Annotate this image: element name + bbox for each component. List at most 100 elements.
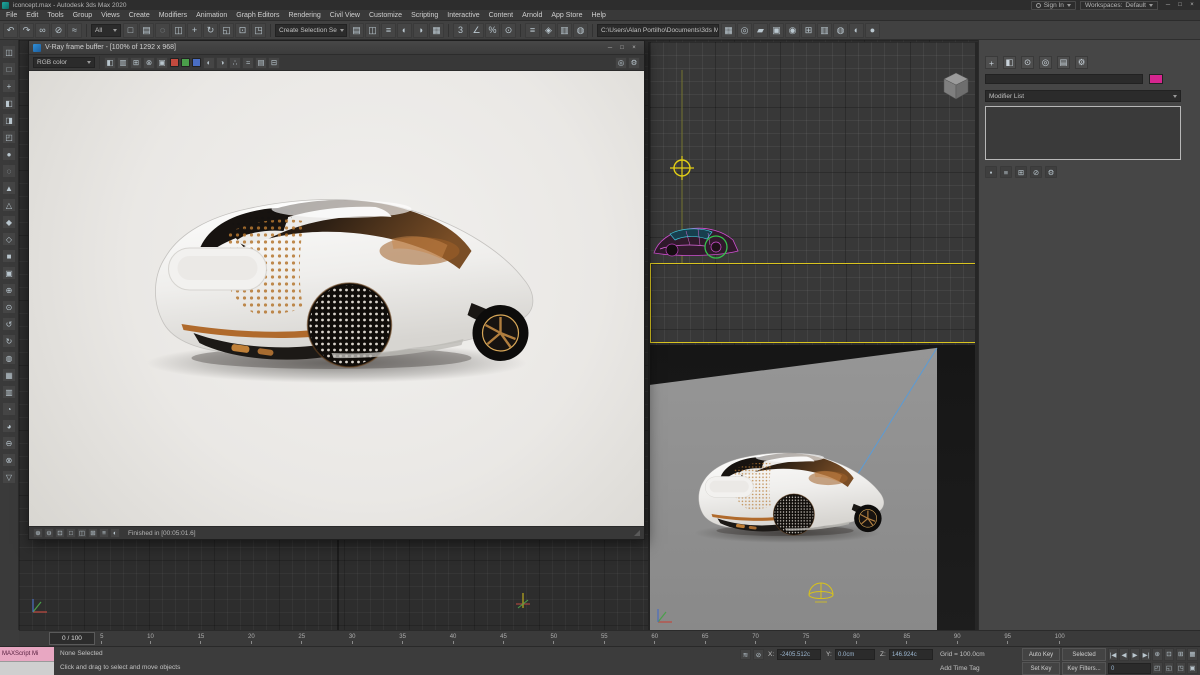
left-toolbar-icon[interactable]: + — [2, 79, 16, 93]
toolbar-icon[interactable]: ↷ — [19, 23, 34, 38]
selection-lock-icon[interactable]: ⊘ — [753, 649, 764, 660]
timeline-tick[interactable]: 55 — [601, 634, 608, 644]
stack-tool-icon[interactable]: ≡ — [1000, 166, 1012, 178]
menu-item[interactable]: Help — [592, 12, 606, 19]
stack-tool-icon[interactable]: ⊞ — [1015, 166, 1027, 178]
toolbar-icon[interactable]: ● — [865, 23, 880, 38]
toolbar-icon[interactable]: ▤ — [139, 23, 154, 38]
command-panel-tab[interactable]: ⊙ — [1021, 56, 1034, 69]
maxscript-listener-line[interactable] — [0, 661, 54, 675]
menu-item[interactable]: Civil View — [330, 12, 360, 19]
viewport-middle-active[interactable] — [650, 263, 977, 343]
modifier-list-dropdown[interactable]: Modifier List — [985, 90, 1181, 102]
left-toolbar-icon[interactable]: ▣ — [2, 266, 16, 280]
modifier-stack[interactable] — [985, 106, 1181, 160]
vfb-tool-icon[interactable]: ≈ — [242, 57, 254, 69]
left-toolbar-icon[interactable]: ▲ — [2, 181, 16, 195]
snap-toggle-icon[interactable]: % — [485, 23, 500, 38]
vfb-channel-toggle[interactable] — [181, 58, 190, 67]
toolbar-icon[interactable]: ▰ — [753, 23, 768, 38]
timeline-tick[interactable]: 90 — [954, 634, 961, 644]
viewport-nav-icon[interactable]: ◳ — [1176, 662, 1187, 675]
sign-in-button[interactable]: Sign In — [1031, 1, 1076, 10]
left-toolbar-icon[interactable]: ▥ — [2, 385, 16, 399]
vfb-zoom-icon[interactable]: ◫ — [77, 528, 87, 538]
timeline-tick[interactable]: 65 — [702, 634, 709, 644]
timeline-tick[interactable]: 45 — [500, 634, 507, 644]
stack-tool-icon[interactable]: ▪ — [985, 166, 997, 178]
toolbar-icon[interactable]: ◑ — [413, 23, 428, 38]
toolbar-icon[interactable]: ◉ — [785, 23, 800, 38]
left-toolbar-icon[interactable]: ◕ — [2, 419, 16, 433]
timeline-tick[interactable]: 80 — [853, 634, 860, 644]
auto-key-button[interactable]: Auto Key — [1022, 648, 1060, 661]
command-panel-tab[interactable]: + — [985, 56, 998, 69]
menu-item[interactable]: Graph Editors — [236, 12, 279, 19]
menu-item[interactable]: Edit — [26, 12, 38, 19]
toolbar-icon[interactable]: ∞ — [35, 23, 50, 38]
timeline-tick[interactable]: 60 — [651, 634, 658, 644]
playback-button[interactable]: ▶| — [1141, 648, 1151, 661]
vfb-zoom-icon[interactable]: ◐ — [110, 528, 120, 538]
timeline-tick[interactable]: 40 — [450, 634, 457, 644]
toolbar-icon[interactable]: ↶ — [3, 23, 18, 38]
left-toolbar-icon[interactable]: ◔ — [2, 402, 16, 416]
menu-item[interactable]: Views — [101, 12, 120, 19]
key-filters-button[interactable]: Key Filters... — [1062, 662, 1106, 675]
vfb-zoom-icon[interactable]: ⊖ — [44, 528, 54, 538]
toolbar-icon[interactable]: ◎ — [737, 23, 752, 38]
viewport-nav-icon[interactable]: ⊕ — [1152, 648, 1163, 661]
timeline-tick[interactable]: 20 — [248, 634, 255, 644]
vfb-tool-icon[interactable]: ▥ — [117, 57, 129, 69]
viewport-top-ortho[interactable] — [650, 42, 977, 263]
toolbar-icon[interactable]: ↻ — [203, 23, 218, 38]
left-toolbar-icon[interactable]: ◫ — [2, 45, 16, 59]
left-toolbar-icon[interactable]: ◨ — [2, 113, 16, 127]
toolbar-icon[interactable]: ◍ — [573, 23, 588, 38]
app-logo-icon[interactable] — [2, 2, 9, 9]
timeline-tick[interactable]: 30 — [349, 634, 356, 644]
selected-dropdown[interactable]: Selected — [1062, 648, 1106, 661]
viewport-nav-icon[interactable]: ⊡ — [1164, 648, 1175, 661]
viewport-nav-icon[interactable]: ◰ — [1152, 662, 1163, 675]
car-wireframe-side[interactable] — [650, 221, 746, 263]
time-slider-handle[interactable]: 0 / 100 — [49, 632, 95, 645]
toolbar-icon[interactable]: ≡ — [525, 23, 540, 38]
toolbar-icon[interactable]: ◌ — [155, 23, 170, 38]
left-toolbar-icon[interactable]: ◰ — [2, 130, 16, 144]
toolbar-icon[interactable]: □ — [123, 23, 138, 38]
menu-item[interactable]: Tools — [47, 12, 63, 19]
vfb-channel-dropdown[interactable]: RGB color — [33, 57, 95, 68]
add-time-tag[interactable]: Add Time Tag — [940, 665, 980, 672]
z-coordinate-field[interactable]: 146.924c — [889, 649, 933, 660]
vfb-title-bar[interactable]: V-Ray frame buffer - [100% of 1292 x 968… — [29, 41, 644, 55]
vfb-tool-icon[interactable]: ⊟ — [268, 57, 280, 69]
left-toolbar-icon[interactable]: ↻ — [2, 334, 16, 348]
timeline-tick[interactable]: 75 — [803, 634, 810, 644]
stack-tool-icon[interactable]: ⊘ — [1030, 166, 1042, 178]
toolbar-icon[interactable]: ◐ — [849, 23, 864, 38]
vfb-tool-icon[interactable]: ∴ — [229, 57, 241, 69]
vfb-zoom-icon[interactable]: ⊞ — [88, 528, 98, 538]
maxscript-mini-listener[interactable]: MAXScript Mi — [0, 647, 54, 661]
toolbar-icon[interactable]: ▦ — [721, 23, 736, 38]
timeline-tick[interactable]: 35 — [399, 634, 406, 644]
playback-button[interactable]: ◀ — [1119, 648, 1129, 661]
left-toolbar-icon[interactable]: ◧ — [2, 96, 16, 110]
vfb-tool-icon[interactable]: ◧ — [104, 57, 116, 69]
viewcube[interactable] — [941, 70, 971, 100]
left-toolbar-icon[interactable]: ● — [2, 147, 16, 161]
left-toolbar-icon[interactable]: ▽ — [2, 470, 16, 484]
vfb-channel-toggle[interactable] — [170, 58, 179, 67]
toolbar-icon[interactable]: ▣ — [769, 23, 784, 38]
object-name-field[interactable] — [985, 74, 1143, 84]
vfb-tool-icon[interactable]: ▤ — [255, 57, 267, 69]
command-panel-tab[interactable]: ⚙ — [1075, 56, 1088, 69]
timeline-tick[interactable]: 70 — [752, 634, 759, 644]
snap-toggle-icon[interactable]: ∠ — [469, 23, 484, 38]
toolbar-icon[interactable]: ⊘ — [51, 23, 66, 38]
vfb-zoom-icon[interactable]: ⊕ — [33, 528, 43, 538]
toolbar-icon[interactable]: ▦ — [429, 23, 444, 38]
window-control-button[interactable]: ─ — [1162, 1, 1174, 10]
toolbar-icon[interactable]: ◳ — [251, 23, 266, 38]
